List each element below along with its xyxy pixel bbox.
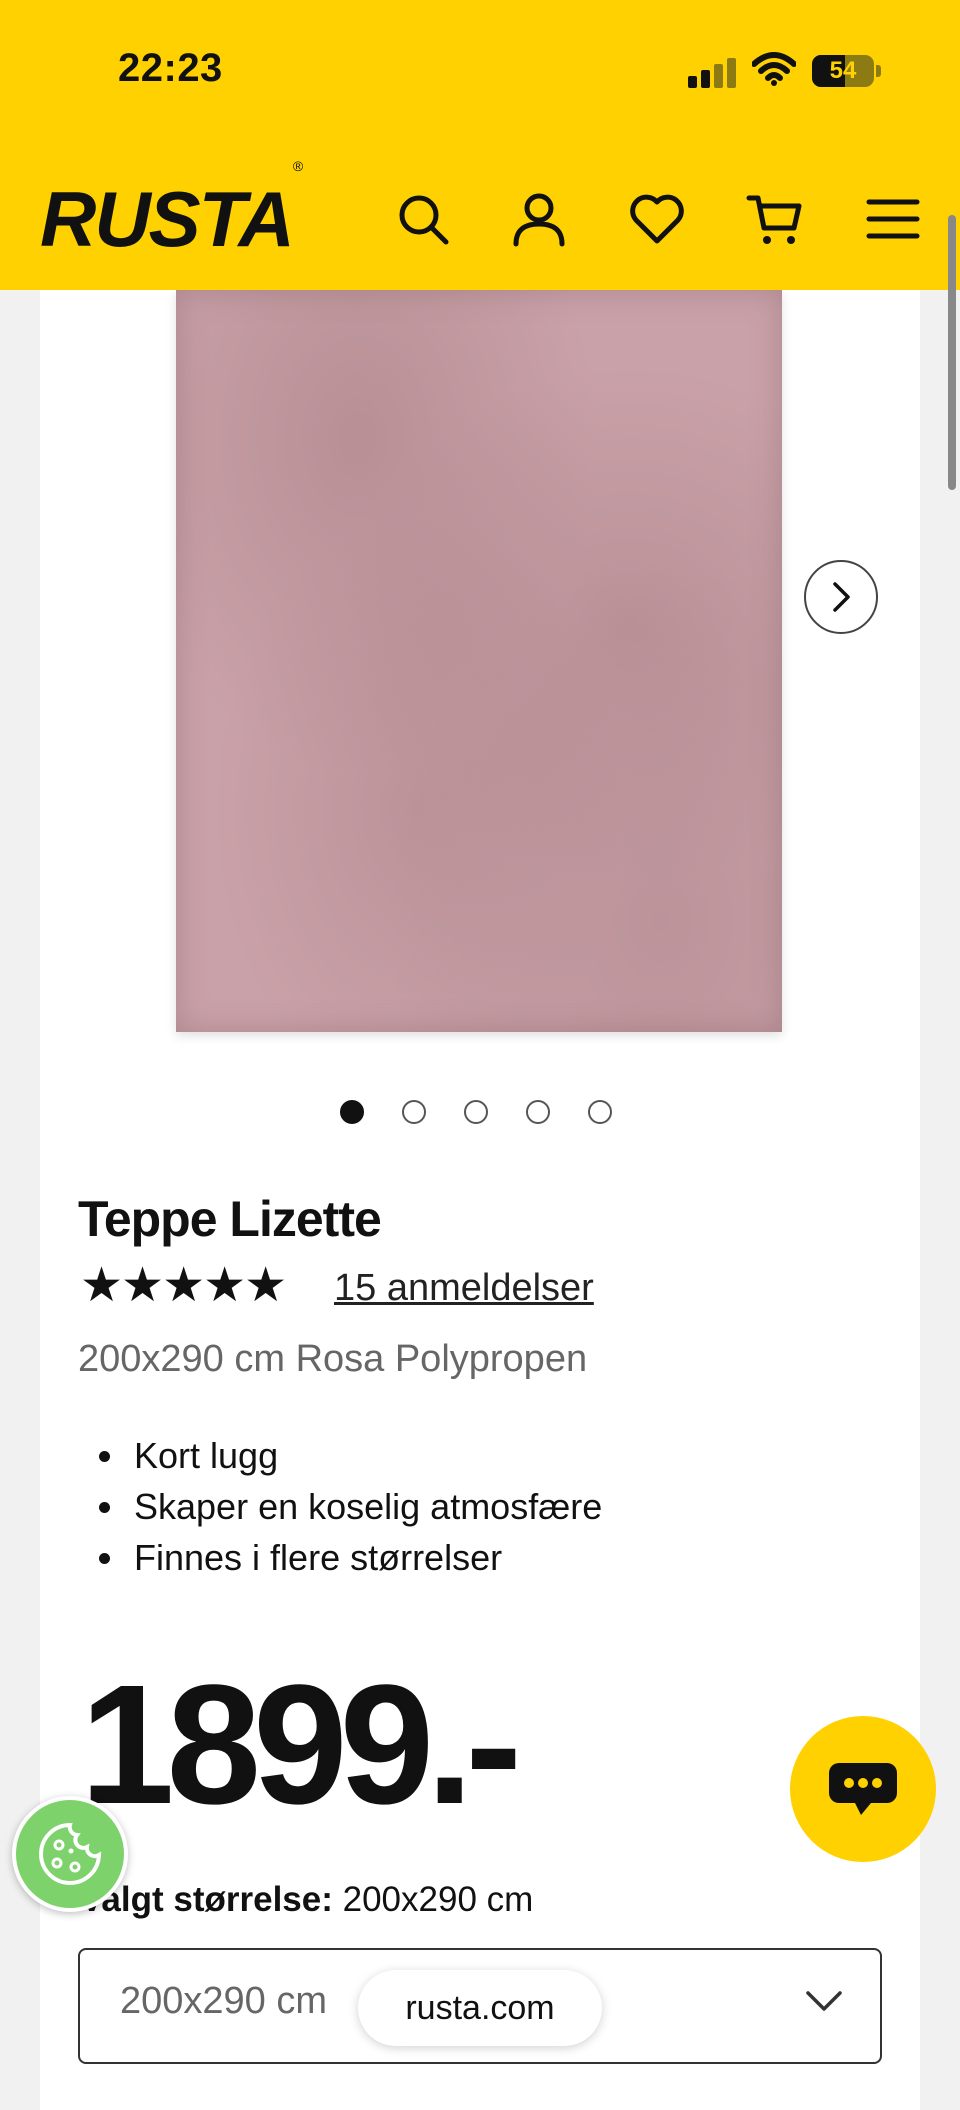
gallery-dot[interactable]	[402, 1100, 426, 1124]
battery-level: 54	[829, 57, 857, 84]
product-image[interactable]	[176, 290, 782, 1032]
feature-list: Kort lugg Skaper en koselig atmosfære Fi…	[78, 1430, 602, 1583]
feature-item: Kort lugg	[128, 1430, 602, 1481]
selected-size-label: Valgt størrelse: 200x290 cm	[80, 1880, 533, 1920]
chevron-down-icon	[806, 1991, 842, 2011]
chevron-right-icon	[833, 582, 850, 612]
header: 22:23 54 RUSTA®	[0, 0, 960, 290]
chat-bubble-icon	[829, 1763, 897, 1815]
gallery-dot[interactable]	[464, 1100, 488, 1124]
battery-indicator: 54	[812, 55, 874, 87]
size-label-value: 200x290 cm	[342, 1880, 534, 1919]
heart-icon[interactable]	[628, 190, 686, 248]
battery-cap	[876, 65, 881, 77]
product-price: 1899.-	[80, 1650, 522, 1840]
cart-icon[interactable]	[746, 190, 804, 248]
cookie-settings-button[interactable]	[12, 1796, 128, 1912]
rating-stars-icon: ★★★★★	[80, 1259, 287, 1312]
page-scrollbar[interactable]	[948, 215, 956, 490]
feature-item: Finnes i flere størrelser	[128, 1532, 602, 1583]
status-time: 22:23	[118, 46, 223, 90]
chat-button[interactable]	[790, 1716, 936, 1862]
rusta-logo[interactable]: RUSTA®	[40, 159, 303, 258]
next-image-button[interactable]	[804, 560, 878, 634]
wifi-icon	[752, 52, 796, 86]
cookie-icon	[39, 1822, 102, 1885]
gallery-dot[interactable]	[588, 1100, 612, 1124]
search-icon[interactable]	[394, 190, 452, 248]
signal-bars-icon	[688, 58, 738, 88]
browser-url-pill[interactable]: rusta.com	[358, 1970, 602, 2046]
menu-icon[interactable]	[864, 190, 922, 248]
product-title: Teppe Lizette	[78, 1191, 382, 1247]
reviews-link[interactable]: 15 anmeldelser	[334, 1267, 594, 1310]
gallery-pagination	[340, 1100, 612, 1124]
feature-item: Skaper en koselig atmosfære	[128, 1481, 602, 1532]
size-select-value: 200x290 cm	[120, 1980, 328, 2022]
account-icon[interactable]	[510, 190, 568, 248]
gallery-dot[interactable]	[340, 1100, 364, 1124]
product-subtitle: 200x290 cm Rosa Polypropen	[78, 1338, 588, 1380]
gallery-dot[interactable]	[526, 1100, 550, 1124]
